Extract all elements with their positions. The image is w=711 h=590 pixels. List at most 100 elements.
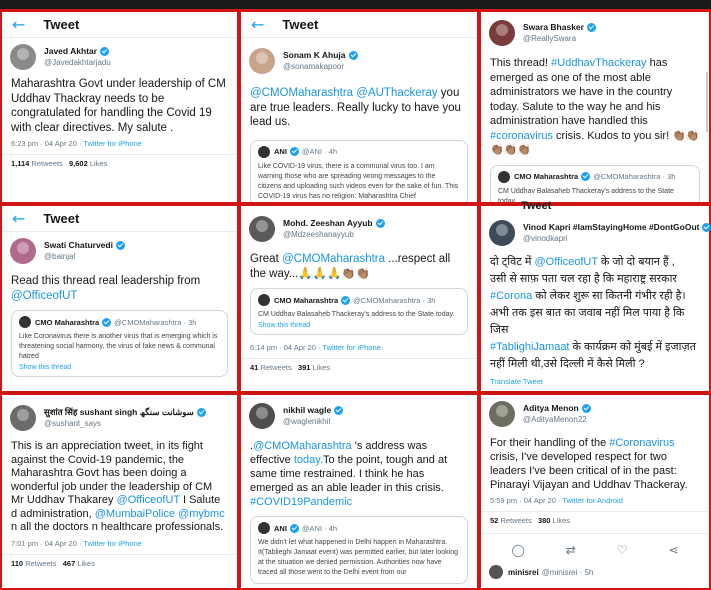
- display-name[interactable]: nikhil wagle: [283, 404, 344, 416]
- tweet-author[interactable]: Aditya Menon @AdityaMenon22: [481, 395, 709, 427]
- tweet-text: दो ट्विट में @OfficeofUT के जो दो बयान ह…: [490, 256, 696, 370]
- retweets-link[interactable]: Retweets: [500, 516, 531, 525]
- handle[interactable]: @sushant_says: [44, 418, 206, 430]
- tweet-card-swati-chaturvedi: ← Tweet Swati Chaturvedi @bainjal Read t…: [2, 206, 237, 391]
- avatar[interactable]: [489, 20, 515, 46]
- tweet-source-link[interactable]: Twitter for iPhone: [322, 343, 380, 352]
- mention-link[interactable]: @CMOMaharashtra: [250, 87, 353, 99]
- display-name[interactable]: Vinod Kapri #IamStayingHome #DontGoOut: [523, 221, 711, 233]
- link[interactable]: today.: [294, 454, 323, 466]
- quoted-tweet[interactable]: CMO Maharashtra @CMOMaharashtra · 3h Like…: [11, 310, 228, 377]
- display-name[interactable]: Swati Chaturvedi: [44, 239, 125, 251]
- likes-link[interactable]: Likes: [90, 159, 108, 168]
- hashtag-link[interactable]: #COVID19Pandemic: [250, 496, 352, 508]
- mention-link[interactable]: @mybmc: [178, 508, 225, 520]
- likes-link[interactable]: Likes: [77, 559, 95, 568]
- mention-link[interactable]: @OfficeofUT: [11, 290, 77, 302]
- tweet-author[interactable]: Vinod Kapri #IamStayingHome #DontGoOut @…: [481, 206, 711, 246]
- verified-badge-icon: [702, 222, 711, 232]
- tweet-source-link[interactable]: Twitter for iPhone: [83, 539, 141, 548]
- tweet-text: Great @CMOMaharashtra ...respect all the…: [250, 253, 451, 280]
- tweet-author[interactable]: Swara Bhasker @ReallySwara: [481, 12, 709, 46]
- handle[interactable]: @vinodkapri: [523, 233, 711, 245]
- verified-badge-icon: [289, 523, 299, 533]
- quoted-text: Like COVID-19 virus, there is a communal…: [258, 162, 459, 200]
- quoted-tweet[interactable]: CMO Maharashtra @CMOMaharashtra · 3h CM U…: [250, 288, 468, 335]
- tweet-meta: 7:01 pm · 04 Apr 20 · Twitter for iPhone: [11, 538, 142, 548]
- handle[interactable]: @ReallySwara: [523, 33, 596, 45]
- share-icon[interactable]: ⋖: [668, 543, 678, 557]
- back-arrow-icon[interactable]: ←: [12, 209, 25, 228]
- header-title: Tweet: [282, 17, 319, 32]
- show-thread-link[interactable]: Show this thread: [258, 322, 460, 329]
- mention-link[interactable]: @OfficeofUT: [117, 494, 180, 506]
- avatar[interactable]: [249, 216, 275, 242]
- back-arrow-icon[interactable]: ←: [12, 15, 25, 34]
- retweet-icon[interactable]: ⇄: [566, 543, 576, 557]
- tweet-author[interactable]: Sonam K Ahuja @sonamakapoor: [241, 38, 477, 74]
- quoted-handle: @ANI · 4h: [301, 147, 338, 156]
- scrollbar[interactable]: [706, 72, 708, 132]
- tweet-source-link[interactable]: Twitter for iPhone: [83, 139, 141, 148]
- hashtag-link[interactable]: #UddhavThackeray: [551, 57, 646, 69]
- reply-icon[interactable]: ◯: [511, 543, 524, 557]
- verified-badge-icon: [375, 218, 385, 228]
- hashtag-link[interactable]: #Coronavirus: [609, 437, 674, 449]
- quoted-tweet[interactable]: ANI @ANI · 4h Like COVID-19 virus, there …: [250, 139, 468, 202]
- tweet-author[interactable]: सुशांत सिंह sushant singh سوشانت سنگھ @s…: [2, 395, 237, 431]
- display-name[interactable]: Javed Akhtar: [44, 45, 111, 57]
- tweet-source-link[interactable]: Twitter for Android: [562, 496, 622, 505]
- hashtag-link[interactable]: #TablighiJamaat: [490, 341, 570, 353]
- display-name[interactable]: Aditya Menon: [523, 402, 591, 414]
- quoted-tweet[interactable]: CMO Maharashtra @CMOMaharashtra · 3h CM U…: [490, 164, 700, 202]
- tweet-text: Maharashtra Govt under leadership of CM …: [11, 78, 226, 134]
- likes-link[interactable]: Likes: [553, 516, 571, 525]
- mention-link[interactable]: @CMOMaharashtra: [282, 253, 385, 265]
- reply-preview[interactable]: minisrei @minisrei · 5h: [481, 559, 709, 585]
- hashtag-link[interactable]: #coronavirus: [490, 130, 553, 142]
- reply-name: minisrei: [508, 567, 539, 577]
- mention-link[interactable]: @CMOMaharashtra: [253, 440, 352, 452]
- tweet-author[interactable]: Swati Chaturvedi @bainjal: [2, 232, 237, 264]
- likes-link[interactable]: Likes: [313, 363, 331, 372]
- avatar[interactable]: [10, 44, 36, 70]
- avatar[interactable]: [249, 48, 275, 74]
- handle[interactable]: @AdityaMenon22: [523, 414, 591, 426]
- handle[interactable]: @sonamakapoor: [283, 61, 358, 73]
- mention-link[interactable]: @AUThackeray: [356, 87, 437, 99]
- display-name[interactable]: Mohd. Zeeshan Ayyub: [283, 217, 385, 229]
- mention-link[interactable]: @MumbaiPolice: [95, 508, 175, 520]
- retweets-link[interactable]: Retweets: [31, 159, 62, 168]
- hashtag-link[interactable]: #Corona: [490, 290, 532, 302]
- avatar[interactable]: [10, 238, 36, 264]
- avatar[interactable]: [489, 220, 515, 246]
- like-icon[interactable]: ♡: [617, 543, 628, 557]
- quoted-avatar: [498, 170, 510, 183]
- mention-link[interactable]: @OfficeofUT: [535, 256, 598, 268]
- handle[interactable]: @bainjal: [44, 251, 125, 263]
- verified-badge-icon: [334, 405, 344, 415]
- tweet-text: @CMOMaharashtra @AUThackeray you are tru…: [250, 87, 461, 128]
- display-name[interactable]: Swara Bhasker: [523, 21, 596, 33]
- avatar[interactable]: [489, 565, 503, 579]
- retweets-link[interactable]: Retweets: [25, 559, 56, 568]
- handle[interactable]: @waglenikhil: [283, 416, 343, 428]
- quoted-tweet[interactable]: ANI @ANI · 4h We didn't let what happened…: [250, 516, 468, 584]
- translate-tweet-link[interactable]: Translate Tweet: [481, 373, 709, 386]
- handle[interactable]: @Javedakhtarjadu: [44, 57, 111, 69]
- tweet-author[interactable]: Mohd. Zeeshan Ayyub @Mdzeeshanayyub: [241, 206, 477, 242]
- avatar[interactable]: [249, 403, 275, 429]
- retweets-link[interactable]: Retweets: [260, 363, 291, 372]
- quoted-text: CM Uddhav Balasaheb Thackeray's address …: [258, 311, 455, 318]
- handle[interactable]: @Mdzeeshanayyub: [283, 229, 385, 241]
- show-thread-link[interactable]: Show this thread: [19, 364, 220, 371]
- tweet-author[interactable]: nikhil wagle @waglenikhil: [241, 395, 477, 429]
- tweet-author[interactable]: Javed Akhtar @Javedakhtarjadu: [2, 38, 237, 70]
- avatar[interactable]: [489, 401, 515, 427]
- quoted-handle: @CMOMaharashtra · 3h: [114, 317, 197, 327]
- back-arrow-icon[interactable]: ←: [251, 15, 264, 34]
- display-name[interactable]: सुशांत सिंह sushant singh سوشانت سنگھ: [44, 406, 206, 418]
- display-name[interactable]: Sonam K Ahuja: [283, 49, 358, 61]
- tweet-header: ← Tweet: [2, 12, 237, 38]
- avatar[interactable]: [10, 405, 36, 431]
